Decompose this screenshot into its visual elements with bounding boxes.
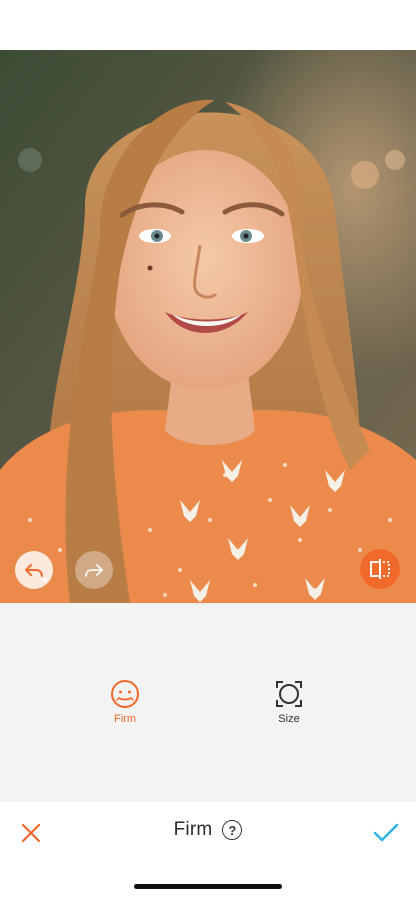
tool-panel: Firm Size xyxy=(0,603,416,802)
tool-firm[interactable]: Firm xyxy=(85,679,165,726)
frame-circle-icon xyxy=(276,681,302,707)
compare-button[interactable] xyxy=(360,549,400,589)
tool-firm-label: Firm xyxy=(114,713,136,725)
checkmark-icon xyxy=(373,823,399,842)
question-circle-icon[interactable]: ? xyxy=(222,820,243,840)
bottom-action-bar: Firm ? xyxy=(0,802,416,900)
editor-title: Firm xyxy=(173,819,213,840)
undo-button[interactable] xyxy=(15,551,53,589)
tool-size-label: Size xyxy=(278,713,300,725)
status-bar-area xyxy=(0,0,416,50)
portrait-photo xyxy=(0,50,416,603)
confirm-button[interactable] xyxy=(369,818,403,848)
undo-icon xyxy=(25,564,43,577)
tool-size[interactable]: Size xyxy=(249,679,329,726)
editor-title-group: Firm ? xyxy=(0,819,416,841)
redo-icon xyxy=(85,564,103,577)
face-smile-icon xyxy=(111,680,139,708)
edited-photo[interactable] xyxy=(0,50,416,603)
photo-editor-screen: Firm Size Firm ? xyxy=(0,0,416,900)
compare-split-icon xyxy=(370,559,390,579)
home-indicator[interactable] xyxy=(134,884,282,889)
redo-button[interactable] xyxy=(75,551,113,589)
